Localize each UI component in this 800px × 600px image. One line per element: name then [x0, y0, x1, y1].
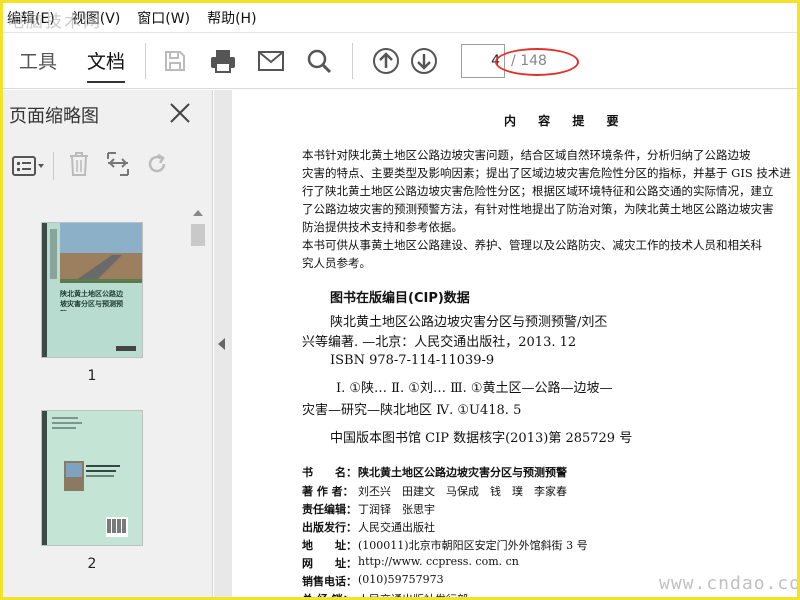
toolbar: 工具 文档 4 / 148	[3, 33, 797, 89]
info-row: 书 名： 陕北黄土地区公路边坡灾害分区与预测预警	[302, 464, 567, 480]
cover-title-1: 陕北黄土地区公路边坡灾害分区与预测预警	[60, 289, 123, 311]
print-button[interactable]	[208, 46, 238, 76]
toolbar-divider	[352, 42, 354, 79]
info-value: 刘丕兴 田建文 马保成 钱 璞 李家春	[358, 485, 567, 498]
info-row: 著 作 者： 刘丕兴 田建文 马保成 钱 璞 李家春	[302, 483, 567, 499]
cip-line: 陕北黄土地区公路边坡灾害分区与预测预警/刘丕	[330, 315, 608, 330]
save-button[interactable]	[160, 46, 190, 76]
scroll-thumb[interactable]	[191, 224, 205, 246]
info-value: (100011)北京市朝阳区安定门外外馆斜街 3 号	[358, 539, 588, 552]
menu-view[interactable]: 视图(V)	[72, 8, 121, 28]
search-icon	[307, 49, 332, 73]
menu-edit[interactable]: 编辑(E)	[7, 8, 55, 28]
summary-line: 防治提供技术支持和参考依据。	[302, 220, 463, 234]
options-menu-icon	[12, 156, 44, 176]
delete-page-button[interactable]	[68, 151, 90, 181]
print-icon	[211, 49, 236, 73]
thumbnail-scrollbar[interactable]	[189, 206, 207, 597]
tab-tools[interactable]: 工具	[13, 33, 63, 89]
scroll-up-arrow[interactable]	[193, 210, 203, 216]
rotate-icon	[148, 153, 166, 173]
page-heading: 内 容 提 要	[504, 114, 628, 128]
info-value: (010)59757973	[358, 573, 444, 586]
extract-page-button[interactable]	[106, 151, 130, 181]
window-frame: 编辑(E) 视图(V) 窗口(W) 帮助(H) 电脑技术网 工具 文档 4 / …	[0, 0, 800, 600]
info-label: 责任编辑：	[302, 503, 357, 516]
summary-line: 究人员参考。	[302, 256, 371, 270]
panel-splitter[interactable]	[214, 90, 232, 597]
thumbnail-list: 陕北黄土地区公路边坡灾害分区与预测预警 1	[3, 198, 189, 597]
page-thumbnail-2[interactable]	[41, 410, 143, 546]
summary-line: 了公路边坡灾害的预测预警方法，有针对性地提出了防治对策，为陕北黄土地区公路边坡灾…	[302, 202, 774, 216]
cip-line: Ⅰ. ①陕… Ⅱ. ①刘… Ⅲ. ①黄土区—公路—边坡—	[336, 381, 613, 396]
info-row: 销售电话： (010)59757973	[302, 573, 444, 589]
info-label: 地 址：	[302, 539, 357, 552]
info-label: 总 经 销：	[302, 593, 354, 600]
summary-line: 行了陕北黄土地区公路边坡灾害危险性分区；根据区域环境特征和公路交通的实际情况，建…	[302, 184, 774, 198]
watermark-bottom: www.cndao.com	[659, 573, 800, 594]
summary-line: 本书可供从事黄土地区公路建设、养护、管理以及公路防灾、减灾工作的技术人员和相关科	[302, 238, 762, 252]
info-row: 出版发行： 人民交通出版社	[302, 519, 435, 535]
info-value: 丁润铎 张思宇	[358, 503, 435, 516]
menu-window[interactable]: 窗口(W)	[137, 8, 190, 28]
menu-bar: 编辑(E) 视图(V) 窗口(W) 帮助(H)	[3, 3, 797, 33]
rotate-page-button[interactable]	[144, 151, 170, 181]
info-label: 网 址：	[302, 557, 357, 570]
info-row: 责任编辑： 丁润铎 张思宇	[302, 501, 435, 517]
toolbar-divider	[145, 42, 147, 79]
info-row: 总 经 销： 人民交通出版社发行部	[302, 591, 468, 600]
info-value: 陕北黄土地区公路边坡灾害分区与预测预警	[358, 466, 567, 479]
info-label: 书 名：	[302, 466, 357, 479]
cip-line: 中国版本图书馆 CIP 数据核字(2013)第 285729 号	[330, 431, 633, 446]
extract-page-icon	[107, 152, 129, 176]
page-up-button[interactable]	[371, 46, 401, 76]
info-row: 网 址： http://www. ccpress. com. cn	[302, 555, 519, 571]
document-page: 内 容 提 要 本书针对陕北黄土地区公路边坡灾害问题，结合区域自然环境条件，分析…	[232, 90, 797, 600]
info-value: 人民交通出版社发行部	[358, 593, 468, 600]
info-label: 著 作 者：	[302, 485, 354, 498]
options-button[interactable]	[11, 154, 45, 178]
cip-title: 图书在版编目(CIP)数据	[330, 291, 470, 306]
highlight-oval	[495, 48, 579, 76]
page-down-icon	[411, 47, 438, 74]
menu-help[interactable]: 帮助(H)	[207, 8, 256, 28]
save-icon	[165, 50, 186, 71]
info-row: 地 址： (100011)北京市朝阳区安定门外外馆斜街 3 号	[302, 537, 588, 553]
mail-icon	[258, 50, 285, 71]
tab-document[interactable]: 文档	[81, 33, 131, 89]
thumbnail-toolbar	[3, 146, 213, 186]
thumbnail-panel: 页面缩略图 陕北黄土地区公路边坡灾害分区与预测预 1 2	[3, 90, 213, 597]
thumbnail-label-1: 1	[87, 368, 97, 384]
page-down-button[interactable]	[409, 46, 439, 76]
cip-line: 灾害—研究—陕北地区 Ⅳ. ①U418. 5	[302, 403, 522, 418]
cover-image-2	[42, 411, 142, 545]
info-value: http://www. ccpress. com. cn	[358, 555, 519, 568]
info-label: 销售电话：	[302, 575, 357, 588]
trash-icon	[70, 152, 88, 176]
search-button[interactable]	[304, 46, 334, 76]
collapse-arrow-icon[interactable]	[218, 338, 225, 350]
page-up-icon	[373, 47, 400, 74]
info-value: 人民交通出版社	[358, 521, 435, 534]
cip-line: ISBN 978-7-114-11039-9	[330, 353, 495, 368]
close-panel-button[interactable]	[169, 102, 191, 124]
info-label: 出版发行：	[302, 521, 357, 534]
thumbnail-label-2: 2	[87, 556, 97, 572]
page-thumbnail-1[interactable]: 陕北黄土地区公路边坡灾害分区与预测预警	[41, 222, 143, 358]
toolbar-divider	[53, 152, 54, 180]
thumbnail-panel-title: 页面缩略图	[9, 106, 99, 127]
close-icon	[170, 103, 190, 123]
summary-line: 灾害的特点、主要类型及影响因素；提出了区域边坡灾害危险性分区的指标，并基于 GI…	[302, 166, 791, 180]
mail-button[interactable]	[256, 46, 286, 76]
summary-line: 本书针对陕北黄土地区公路边坡灾害问题，结合区域自然环境条件，分析归纳了公路边坡	[302, 148, 751, 162]
